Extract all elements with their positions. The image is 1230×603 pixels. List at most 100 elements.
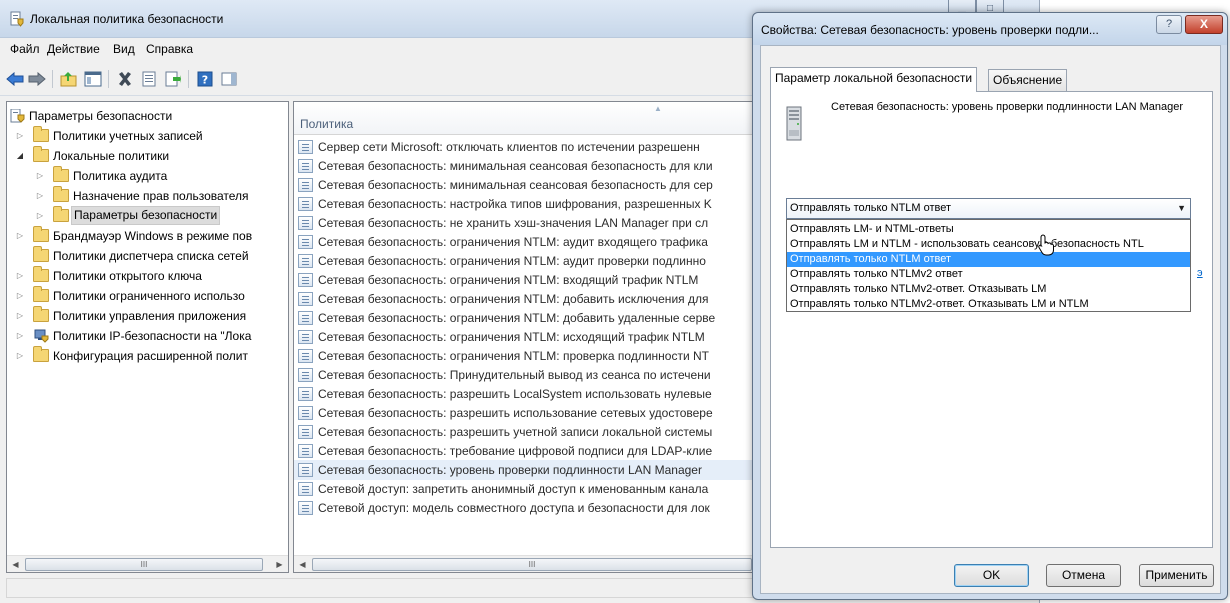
forward-arrow-icon[interactable] [26, 69, 48, 89]
expand-arrow-icon[interactable]: ▷ [35, 166, 45, 186]
list-item[interactable]: Сетевая безопасность: ограничения NTLM: … [294, 327, 767, 347]
tree-item-label: Локальные политики [53, 149, 170, 163]
tree-horizontal-scrollbar[interactable]: ◀ III ▶ [7, 555, 288, 572]
dropdown-option[interactable]: Отправлять только NTLMv2 ответ [787, 267, 1190, 282]
list-item[interactable]: Сетевая безопасность: разрешить учетной … [294, 422, 767, 442]
close-button[interactable]: X [1185, 15, 1223, 34]
column-header-policy[interactable]: ▲ Политика [294, 102, 767, 135]
list-item[interactable]: Сетевая безопасность: не хранить хэш-зна… [294, 213, 767, 233]
tree-item-public-key[interactable]: ▷ Политики открытого ключа [7, 266, 288, 286]
list-item-label: Сетевая безопасность: разрешить учетной … [318, 425, 713, 439]
show-hide-tree-icon[interactable] [82, 69, 104, 89]
policy-setting-icon [298, 330, 313, 344]
list-item[interactable]: Сетевая безопасность: ограничения NTLM: … [294, 251, 767, 271]
list-item[interactable]: Сетевая безопасность: ограничения NTLM: … [294, 346, 767, 366]
toolbar-separator [52, 70, 53, 88]
select-value: Отправлять только NTLM ответ [790, 202, 952, 214]
tree-item-security-options[interactable]: ▷ Параметры безопасности [7, 206, 288, 226]
list-horizontal-scrollbar[interactable]: ◀ III [294, 555, 767, 572]
console-tree[interactable]: Параметры безопасности ▷ Политики учетны… [6, 101, 289, 573]
policy-setting-icon [298, 140, 313, 154]
list-item[interactable]: Сетевая безопасность: ограничения NTLM: … [294, 308, 767, 328]
scrollbar-thumb[interactable]: III [25, 558, 263, 571]
dialog-titlebar[interactable]: Свойства: Сетевая безопасность: уровень … [753, 13, 1227, 45]
tree-item-software-restriction[interactable]: ▷ Политики ограниченного использо [7, 286, 288, 306]
list-item[interactable]: Сетевая безопасность: Принудительный выв… [294, 365, 767, 385]
list-item-label: Сетевая безопасность: уровень проверки п… [318, 463, 702, 477]
list-item[interactable]: Сетевой доступ: модель совместного досту… [294, 498, 767, 518]
expand-arrow-icon[interactable]: ▷ [15, 226, 25, 246]
list-item[interactable]: Сетевая безопасность: уровень проверки п… [294, 460, 767, 480]
expand-arrow-icon[interactable]: ▷ [15, 126, 25, 146]
dropdown-list[interactable]: Отправлять LM- и NTML-ответы Отправлять L… [786, 219, 1191, 312]
tree-item-label: Назначение прав пользователя [73, 189, 249, 203]
scroll-left-icon[interactable]: ◀ [294, 556, 311, 572]
expand-arrow-icon[interactable]: ▷ [15, 266, 25, 286]
expand-arrow-icon[interactable]: ▷ [15, 306, 25, 326]
back-arrow-icon[interactable] [4, 69, 26, 89]
dropdown-option[interactable]: Отправлять только NTLMv2-ответ. Отказыва… [787, 297, 1190, 311]
tree-item-user-rights[interactable]: ▷ Назначение прав пользователя [7, 186, 288, 206]
list-item[interactable]: Сетевая безопасность: разрешить использо… [294, 403, 767, 423]
menu-help[interactable]: Справка [146, 42, 193, 56]
policy-setting-icon [298, 482, 313, 496]
scrollbar-thumb[interactable]: III [312, 558, 752, 571]
policy-setting-icon [298, 235, 313, 249]
list-item[interactable]: Сетевая безопасность: ограничения NTLM: … [294, 289, 767, 309]
expand-arrow-icon[interactable]: ▷ [15, 286, 25, 306]
tree-item-app-control[interactable]: ▷ Политики управления приложения [7, 306, 288, 326]
list-item-label: Сетевая безопасность: ограничения NTLM: … [318, 349, 709, 363]
list-item[interactable]: Сетевая безопасность: ограничения NTLM: … [294, 270, 767, 290]
scroll-left-icon[interactable]: ◀ [7, 556, 24, 572]
expand-arrow-icon[interactable]: ▷ [35, 186, 45, 206]
chevron-down-icon[interactable]: ▼ [1177, 199, 1186, 218]
scroll-right-icon[interactable]: ▶ [271, 556, 288, 572]
list-item[interactable]: Сетевая безопасность: ограничения NTLM: … [294, 232, 767, 252]
expand-arrow-icon[interactable]: ▷ [15, 346, 25, 366]
menu-view[interactable]: Вид [113, 42, 135, 56]
list-item[interactable]: Сетевая безопасность: минимальная сеансо… [294, 175, 767, 195]
policy-setting-icon [298, 463, 313, 477]
export-list-icon[interactable] [162, 69, 184, 89]
list-item[interactable]: Сетевая безопасность: разрешить LocalSys… [294, 384, 767, 404]
tab-explain[interactable]: Объяснение [988, 69, 1068, 91]
lan-manager-level-select[interactable]: Отправлять только NTLM ответ ▼ [786, 198, 1191, 219]
help-icon[interactable]: ? [194, 69, 216, 89]
cancel-button[interactable]: Отмена [1046, 564, 1121, 587]
menu-action[interactable]: Действие [47, 42, 100, 56]
list-item[interactable]: Сервер сети Microsoft: отключать клиенто… [294, 137, 767, 157]
help-link[interactable]: э [1197, 267, 1203, 279]
list-item[interactable]: Сетевая безопасность: минимальная сеансо… [294, 156, 767, 176]
list-item[interactable]: Сетевой доступ: запретить анонимный дост… [294, 479, 767, 499]
apply-button[interactable]: Применить [1139, 564, 1214, 587]
up-folder-icon[interactable] [58, 69, 80, 89]
list-item-label: Сетевая безопасность: требование цифрово… [318, 444, 713, 458]
tree-item-advanced-audit[interactable]: ▷ Конфигурация расширенной полит [7, 346, 288, 366]
tab-local-security-setting[interactable]: Параметр локальной безопасности [770, 67, 978, 92]
collapse-arrow-icon[interactable]: ◢ [15, 146, 25, 166]
tree-item-audit-policy[interactable]: ▷ Политика аудита [7, 166, 288, 186]
list-item[interactable]: Сетевая безопасность: требование цифрово… [294, 441, 767, 461]
tree-item-network-list-manager[interactable]: Политики диспетчера списка сетей [7, 246, 288, 266]
tree-item-security-settings-root[interactable]: Параметры безопасности [7, 106, 288, 126]
tree-item-windows-firewall[interactable]: ▷ Брандмауэр Windows в режиме пов [7, 226, 288, 246]
help-button[interactable]: ? [1156, 15, 1182, 34]
properties-icon[interactable] [138, 69, 160, 89]
expand-arrow-icon[interactable]: ▷ [15, 326, 25, 346]
tree-item-account-policies[interactable]: ▷ Политики учетных записей [7, 126, 288, 146]
dropdown-option[interactable]: Отправлять только NTLMv2-ответ. Отказыва… [787, 282, 1190, 297]
dropdown-option[interactable]: Отправлять только NTLM ответ [787, 252, 1190, 267]
expand-arrow-icon[interactable]: ▷ [35, 206, 45, 226]
dropdown-option[interactable]: Отправлять LM и NTLM - использовать сеан… [787, 237, 1190, 252]
properties-dialog: Свойства: Сетевая безопасность: уровень … [752, 12, 1228, 600]
list-item-label: Сетевая безопасность: разрешить использо… [318, 406, 713, 420]
list-item[interactable]: Сетевая безопасность: настройка типов ши… [294, 194, 767, 214]
tree-item-local-policies[interactable]: ◢ Локальные политики [7, 146, 288, 166]
policy-list[interactable]: ▲ Политика Сервер сети Microsoft: отключ… [293, 101, 768, 573]
dropdown-option[interactable]: Отправлять LM- и NTML-ответы [787, 222, 1190, 237]
delete-icon[interactable] [114, 69, 136, 89]
menu-file[interactable]: Файл [10, 42, 40, 56]
ok-button[interactable]: OK [954, 564, 1029, 587]
tree-item-ipsec[interactable]: ▷ Политики IP-безопасности на "Лока [7, 326, 288, 346]
show-action-pane-icon[interactable] [218, 69, 240, 89]
